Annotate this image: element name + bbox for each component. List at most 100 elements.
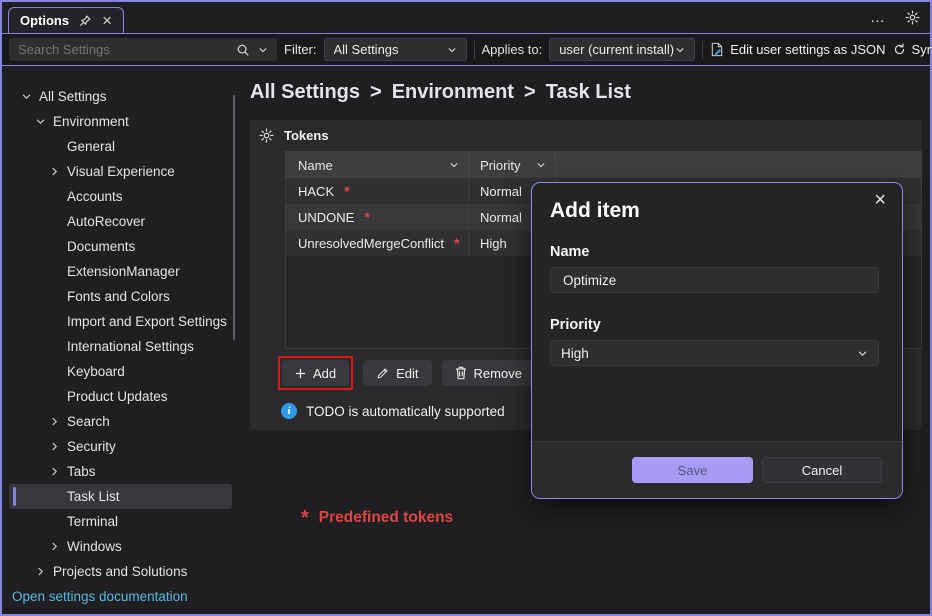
- tree-item-label: AutoRecover: [67, 214, 145, 229]
- sidebar-item-international-settings[interactable]: International Settings: [9, 334, 232, 359]
- tree-item-label: Tabs: [67, 464, 96, 479]
- name-label: Name: [550, 244, 590, 260]
- open-settings-documentation-link[interactable]: Open settings documentation: [12, 589, 188, 604]
- more-options-icon[interactable]: …: [870, 15, 886, 21]
- gear-icon[interactable]: [905, 10, 920, 25]
- dialog-footer: Save Cancel: [532, 441, 902, 498]
- tree-item-label: Security: [67, 439, 116, 454]
- tab-close-icon[interactable]: ×: [102, 12, 112, 29]
- sidebar-item-task-list[interactable]: Task List: [9, 484, 232, 509]
- sidebar-item-fonts-and-colors[interactable]: Fonts and Colors: [9, 284, 232, 309]
- cancel-button[interactable]: Cancel: [762, 457, 882, 483]
- applies-to-dropdown[interactable]: user (current install): [549, 38, 695, 61]
- chevron-right-icon[interactable]: [49, 166, 67, 177]
- sidebar-item-windows[interactable]: Windows: [9, 534, 232, 559]
- priority-dropdown[interactable]: High: [550, 340, 879, 366]
- filter-label: Filter:: [284, 42, 317, 57]
- tokens-panel-header: Tokens: [259, 128, 329, 143]
- applies-to-label: Applies to:: [482, 42, 543, 57]
- sidebar-item-documents[interactable]: Documents: [9, 234, 232, 259]
- sync-icon: [893, 43, 906, 56]
- search-icon[interactable]: [236, 43, 250, 57]
- sidebar-item-visual-experience[interactable]: Visual Experience: [9, 159, 232, 184]
- chevron-right-icon[interactable]: [49, 466, 67, 477]
- sidebar-item-terminal[interactable]: Terminal: [9, 509, 232, 534]
- tree-item-label: Product Updates: [67, 389, 168, 404]
- tree-item-label: Visual Experience: [67, 164, 175, 179]
- breadcrumb-separator: >: [370, 81, 382, 104]
- search-input[interactable]: [18, 42, 228, 57]
- tokens-table-header: Name Priority: [286, 152, 921, 178]
- sidebar-item-projects-and-solutions[interactable]: Projects and Solutions: [9, 559, 232, 584]
- column-header-priority[interactable]: Priority: [469, 152, 556, 178]
- token-priority: Normal: [480, 210, 522, 225]
- filter-dropdown[interactable]: All Settings: [324, 38, 467, 61]
- search-settings-box[interactable]: [9, 38, 277, 61]
- add-button[interactable]: Add: [282, 360, 349, 386]
- search-options-chevron-icon[interactable]: [258, 45, 268, 55]
- sidebar-item-environment[interactable]: Environment: [9, 109, 232, 134]
- chevron-down-icon[interactable]: [536, 160, 546, 170]
- tokens-actions: Add Edit Remove: [278, 356, 535, 390]
- token-priority: Normal: [480, 184, 522, 199]
- chevron-down-icon: [857, 348, 868, 359]
- todo-info-text: TODO is automatically supported: [306, 404, 505, 419]
- chevron-down-icon[interactable]: [35, 116, 53, 127]
- sidebar-scrollbar[interactable]: [233, 95, 235, 340]
- sync-button[interactable]: Sync: [893, 42, 932, 57]
- info-icon: i: [281, 403, 297, 419]
- sidebar-item-extensionmanager[interactable]: ExtensionManager: [9, 259, 232, 284]
- name-field[interactable]: [550, 267, 879, 293]
- filter-value: All Settings: [334, 42, 447, 57]
- add-item-dialog: × Add item Name Priority High Save Cance…: [531, 182, 903, 499]
- sidebar-item-all-settings[interactable]: All Settings: [9, 84, 232, 109]
- trash-icon: [455, 366, 467, 380]
- json-file-icon: [710, 42, 724, 57]
- sidebar-item-general[interactable]: General: [9, 134, 232, 159]
- predefined-tokens-footnote: * Predefined tokens: [301, 508, 453, 528]
- sidebar-item-accounts[interactable]: Accounts: [9, 184, 232, 209]
- settings-toolbar: Filter: All Settings Applies to: user (c…: [2, 33, 930, 66]
- applies-to-value: user (current install): [559, 42, 675, 57]
- tree-item-label: General: [67, 139, 115, 154]
- sidebar-item-search[interactable]: Search: [9, 409, 232, 434]
- tree-item-label: Accounts: [67, 189, 123, 204]
- column-header-name[interactable]: Name: [286, 152, 469, 178]
- options-tab[interactable]: Options ×: [8, 7, 124, 33]
- sidebar-item-import-export-settings[interactable]: Import and Export Settings: [9, 309, 232, 334]
- edit-json-button[interactable]: Edit user settings as JSON: [710, 42, 885, 57]
- predefined-marker: *: [454, 235, 459, 251]
- tree-item-label: Import and Export Settings: [67, 314, 227, 329]
- tree-item-label: Keyboard: [67, 364, 125, 379]
- tree-item-label: Environment: [53, 114, 129, 129]
- tree-item-label: Windows: [67, 539, 122, 554]
- chevron-down-icon[interactable]: [449, 160, 459, 170]
- chevron-right-icon[interactable]: [49, 416, 67, 427]
- edit-button[interactable]: Edit: [363, 360, 431, 386]
- pin-icon[interactable]: [79, 14, 92, 27]
- dialog-close-icon[interactable]: ×: [874, 189, 886, 212]
- title-bar: Options × …: [2, 2, 930, 33]
- chevron-right-icon[interactable]: [49, 441, 67, 452]
- tokens-panel-title: Tokens: [284, 128, 329, 143]
- edit-json-label: Edit user settings as JSON: [730, 42, 885, 57]
- chevron-down-icon: [675, 45, 685, 55]
- remove-button[interactable]: Remove: [442, 360, 535, 386]
- sidebar-item-autorecover[interactable]: AutoRecover: [9, 209, 232, 234]
- sidebar-item-tabs[interactable]: Tabs: [9, 459, 232, 484]
- chevron-right-icon[interactable]: [35, 566, 53, 577]
- toolbar-divider: [702, 41, 703, 59]
- tree-item-label: Documents: [67, 239, 135, 254]
- save-button[interactable]: Save: [632, 457, 753, 483]
- priority-value: High: [561, 346, 857, 361]
- chevron-down-icon[interactable]: [21, 91, 39, 102]
- token-name: HACK: [298, 184, 334, 199]
- settings-tree: All Settings Environment General Visual …: [2, 66, 239, 614]
- sidebar-item-product-updates[interactable]: Product Updates: [9, 384, 232, 409]
- sidebar-item-security[interactable]: Security: [9, 434, 232, 459]
- token-priority: High: [480, 236, 507, 251]
- tree-item-label: ExtensionManager: [67, 264, 180, 279]
- todo-info: i TODO is automatically supported: [281, 403, 505, 419]
- chevron-right-icon[interactable]: [49, 541, 67, 552]
- sidebar-item-keyboard[interactable]: Keyboard: [9, 359, 232, 384]
